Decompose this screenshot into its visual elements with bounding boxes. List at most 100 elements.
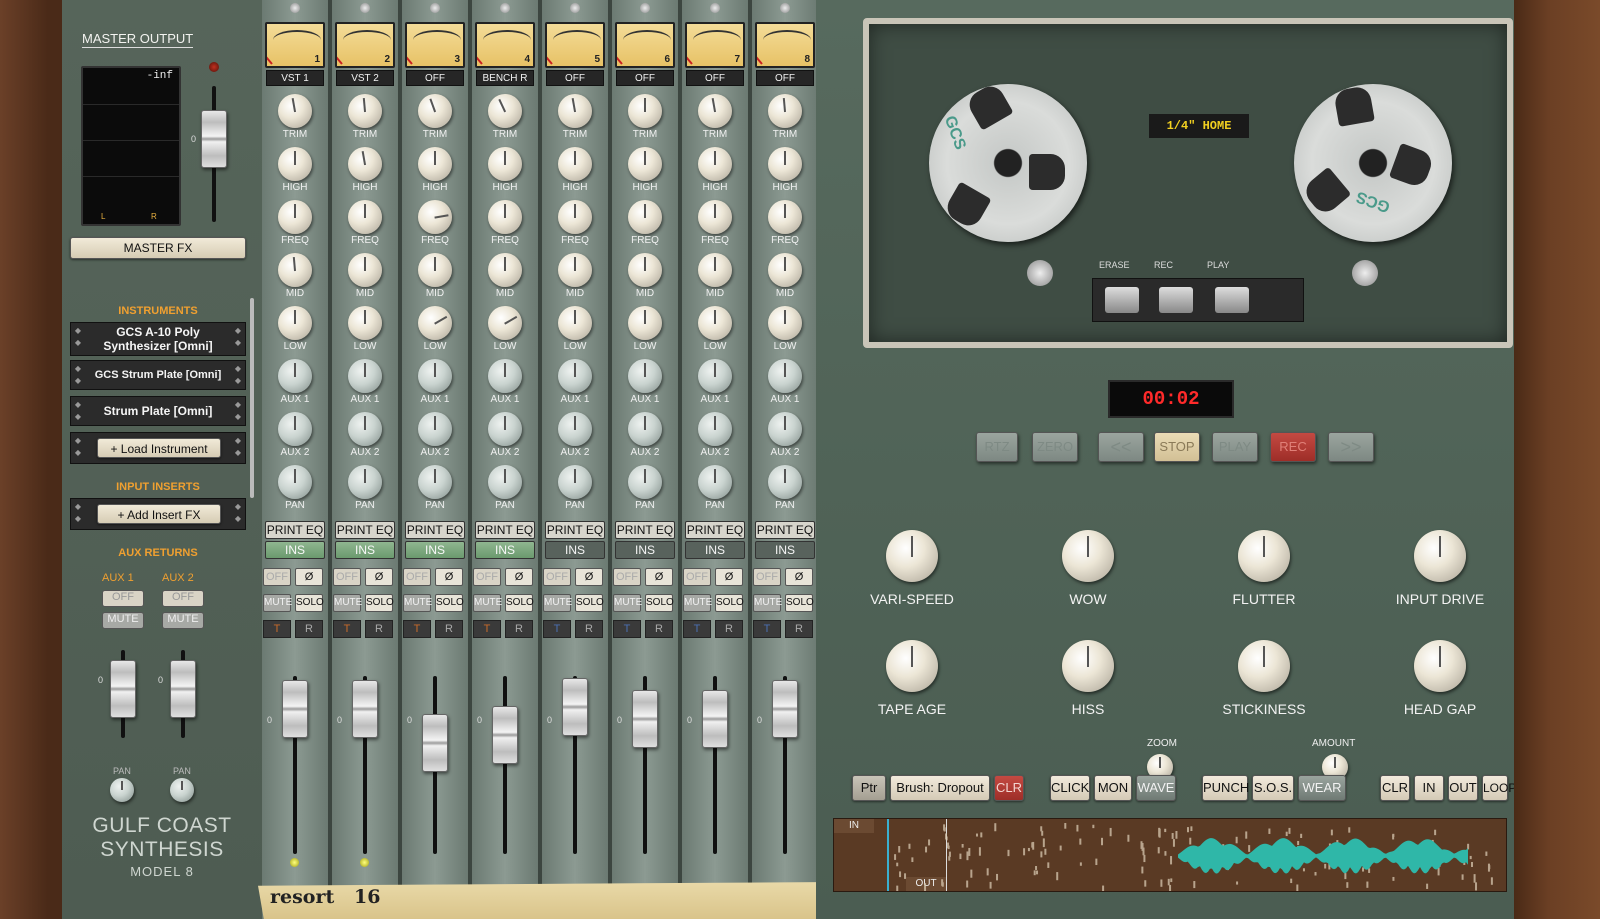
phase-invert-button[interactable]: Ø	[435, 568, 463, 586]
loop-out-button[interactable]: OUT	[1448, 775, 1478, 801]
trim-knob[interactable]	[348, 94, 382, 128]
instruments-scrollbar[interactable]	[250, 298, 254, 498]
freq-knob[interactable]	[488, 200, 522, 234]
low-knob[interactable]	[418, 306, 452, 340]
phase-invert-button[interactable]: Ø	[575, 568, 603, 586]
low-knob[interactable]	[628, 306, 662, 340]
channel-fader[interactable]	[492, 706, 518, 764]
channel-fader[interactable]	[562, 678, 588, 736]
pan-knob[interactable]	[278, 465, 312, 499]
vari-speed-knob[interactable]	[886, 530, 938, 582]
solo-button[interactable]: SOLO	[505, 594, 534, 612]
aux2-fader[interactable]	[170, 660, 196, 718]
loop-button[interactable]: LOOP	[1482, 775, 1516, 801]
aux1-knob[interactable]	[418, 359, 452, 393]
record-button[interactable]: REC	[1270, 432, 1316, 462]
input-drive-knob[interactable]	[1414, 530, 1466, 582]
mid-knob[interactable]	[558, 253, 592, 287]
track-arm-button[interactable]: T	[403, 620, 431, 638]
pan-knob[interactable]	[558, 465, 592, 499]
phase-invert-button[interactable]: Ø	[365, 568, 393, 586]
input-route-select[interactable]: OFF	[686, 70, 744, 86]
track-arm-button[interactable]: T	[683, 620, 711, 638]
add-insert-fx-button[interactable]: + Add Insert FX	[97, 504, 221, 524]
track-arm-button[interactable]: T	[613, 620, 641, 638]
high-knob[interactable]	[628, 147, 662, 181]
channel-fader[interactable]	[282, 680, 308, 738]
input-route-select[interactable]: VST 1	[266, 70, 324, 86]
low-knob[interactable]	[488, 306, 522, 340]
instrument-slot[interactable]: ◆ ◆ ◆ ◆ Strum Plate [Omni]	[70, 396, 246, 426]
monitor-button[interactable]: MON	[1094, 775, 1132, 801]
mute-button[interactable]: MUTE	[753, 594, 782, 612]
insert-button[interactable]: INS	[545, 541, 605, 559]
aux2-mute-button[interactable]: MUTE	[162, 612, 204, 629]
aux1-pan-knob[interactable]	[110, 778, 134, 802]
mute-button[interactable]: MUTE	[473, 594, 502, 612]
high-knob[interactable]	[558, 147, 592, 181]
record-arm-button[interactable]: R	[505, 620, 533, 638]
record-arm-button[interactable]: R	[365, 620, 393, 638]
phase-invert-button[interactable]: Ø	[295, 568, 323, 586]
tape-age-knob[interactable]	[886, 640, 938, 692]
aux1-knob[interactable]	[558, 359, 592, 393]
input-route-select[interactable]: BENCH R	[476, 70, 534, 86]
input-route-select[interactable]: OFF	[546, 70, 604, 86]
record-arm-button[interactable]: R	[715, 620, 743, 638]
low-knob[interactable]	[768, 306, 802, 340]
aux1-knob[interactable]	[698, 359, 732, 393]
input-route-select[interactable]: OFF	[616, 70, 674, 86]
input-route-select[interactable]: OFF	[406, 70, 464, 86]
aux1-off-button[interactable]: OFF	[102, 590, 144, 607]
trim-knob[interactable]	[558, 94, 592, 128]
head-gap-knob[interactable]	[1414, 640, 1466, 692]
freq-knob[interactable]	[418, 200, 452, 234]
channel-off-button[interactable]: OFF	[473, 568, 501, 586]
high-knob[interactable]	[278, 147, 312, 181]
mid-knob[interactable]	[278, 253, 312, 287]
channel-fader[interactable]	[352, 680, 378, 738]
aux1-knob[interactable]	[278, 359, 312, 393]
instrument-slot[interactable]: ◆ ◆ ◆ ◆ GCS A-10 Poly Synthesizer [Omni]	[70, 322, 246, 356]
high-knob[interactable]	[698, 147, 732, 181]
mid-knob[interactable]	[698, 253, 732, 287]
mid-knob[interactable]	[628, 253, 662, 287]
loop-in-button[interactable]: IN	[1414, 775, 1444, 801]
high-knob[interactable]	[768, 147, 802, 181]
aux2-knob[interactable]	[768, 412, 802, 446]
freq-knob[interactable]	[348, 200, 382, 234]
insert-button[interactable]: INS	[405, 541, 465, 559]
print-eq-button[interactable]: PRINT EQ	[545, 521, 605, 539]
low-knob[interactable]	[698, 306, 732, 340]
solo-button[interactable]: SOLO	[365, 594, 394, 612]
insert-button[interactable]: INS	[755, 541, 815, 559]
track-arm-button[interactable]: T	[263, 620, 291, 638]
print-eq-button[interactable]: PRINT EQ	[755, 521, 815, 539]
wow-knob[interactable]	[1062, 530, 1114, 582]
freq-knob[interactable]	[278, 200, 312, 234]
hiss-knob[interactable]	[1062, 640, 1114, 692]
high-knob[interactable]	[348, 147, 382, 181]
aux2-knob[interactable]	[558, 412, 592, 446]
channel-fader[interactable]	[422, 714, 448, 772]
insert-button[interactable]: INS	[685, 541, 745, 559]
channel-off-button[interactable]: OFF	[543, 568, 571, 586]
record-arm-button[interactable]: R	[575, 620, 603, 638]
aux2-knob[interactable]	[348, 412, 382, 446]
insert-button[interactable]: INS	[335, 541, 395, 559]
mid-knob[interactable]	[418, 253, 452, 287]
pan-knob[interactable]	[418, 465, 452, 499]
mid-knob[interactable]	[348, 253, 382, 287]
low-knob[interactable]	[558, 306, 592, 340]
solo-button[interactable]: SOLO	[575, 594, 604, 612]
phase-invert-button[interactable]: Ø	[715, 568, 743, 586]
solo-button[interactable]: SOLO	[715, 594, 744, 612]
track-arm-button[interactable]: T	[333, 620, 361, 638]
mid-knob[interactable]	[488, 253, 522, 287]
solo-button[interactable]: SOLO	[785, 594, 814, 612]
aux2-pan-knob[interactable]	[170, 778, 194, 802]
pan-knob[interactable]	[488, 465, 522, 499]
trim-knob[interactable]	[698, 94, 732, 128]
pan-knob[interactable]	[698, 465, 732, 499]
phase-invert-button[interactable]: Ø	[645, 568, 673, 586]
